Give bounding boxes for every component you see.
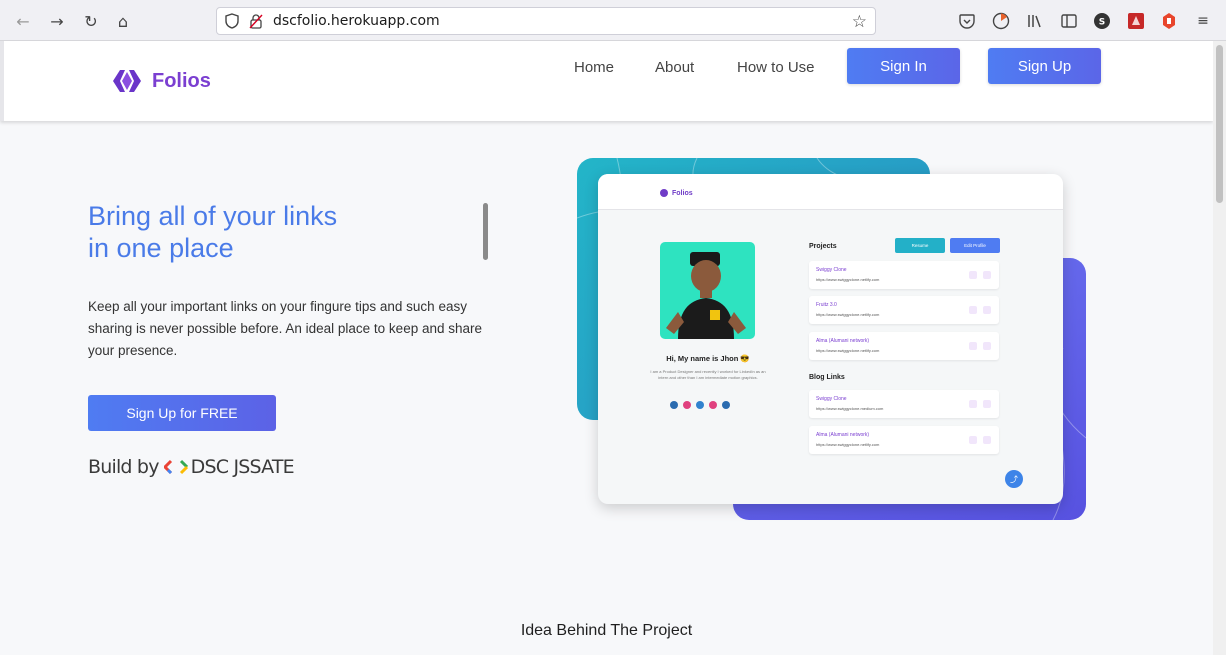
preview-projects-title: Projects [809, 243, 837, 250]
insecure-lock-icon[interactable] [249, 13, 263, 29]
library-icon[interactable] [1025, 11, 1045, 31]
forward-icon[interactable]: → [46, 10, 68, 32]
site-header: Folios Home About How to Use Sign In Sig… [0, 41, 1213, 121]
profile-preview-card: Folios Hi, My name is Jhon 😎 I am a Prod… [598, 174, 1063, 504]
brand-name: Folios [152, 69, 211, 92]
edit-icon[interactable] [983, 400, 991, 408]
hero-description: Keep all your important links on your fi… [88, 299, 483, 358]
behance-icon[interactable] [722, 401, 730, 409]
sign-up-button[interactable]: Sign Up [988, 48, 1101, 84]
instagram-icon[interactable] [709, 401, 717, 409]
blog-title: Alma (Alumani network) [816, 432, 870, 438]
folios-logo-icon [113, 70, 141, 92]
project-title: Alma (Alumani network) [816, 338, 870, 344]
preview-project-item[interactable]: Alma (Alumani network) https://www.swigg… [809, 332, 999, 360]
copy-icon[interactable] [969, 342, 977, 350]
hero-title: Bring all of your links in one place [88, 200, 337, 264]
preview-avatar [660, 242, 755, 339]
project-title: Swiggy Clone [816, 267, 847, 273]
blog-url: https://www.swiggyclone.netlify.com [816, 442, 880, 447]
linkedin-icon[interactable] [670, 401, 678, 409]
timer-icon[interactable] [991, 11, 1011, 31]
preview-resume-button[interactable]: Resume [895, 238, 945, 253]
hero-title-line-2: in one place [88, 233, 234, 263]
copy-icon[interactable] [969, 400, 977, 408]
build-by-credit: Build by DSC JSSATE [88, 456, 295, 478]
preview-header: Folios [598, 174, 1063, 210]
edit-icon[interactable] [983, 342, 991, 350]
build-by-prefix: Build by [88, 456, 159, 478]
nav-how-to-use[interactable]: How to Use [737, 59, 815, 76]
edit-icon[interactable] [983, 436, 991, 444]
page-scrollbar[interactable] [1213, 41, 1226, 655]
bookmark-star-icon[interactable]: ☆ [852, 12, 867, 32]
build-by-org: DSC JSSATE [190, 456, 295, 478]
url-text[interactable]: dscfolio.herokuapp.com [273, 13, 440, 29]
blog-title: Swiggy Clone [816, 396, 847, 402]
share-icon[interactable]: ⤴ [1005, 470, 1023, 488]
preview-project-item[interactable]: Swiggy Clone https://www.swiggyclone.net… [809, 261, 999, 289]
sidebar-icon[interactable] [1059, 11, 1079, 31]
project-url: https://www.swiggyclone.netlify.com [816, 312, 880, 317]
brand-logo[interactable]: Folios [112, 69, 211, 93]
extension-orange-icon[interactable] [1159, 11, 1179, 31]
project-url: https://www.swiggyclone.netlify.com [816, 348, 880, 353]
back-icon[interactable]: ← [12, 10, 34, 32]
reload-icon[interactable]: ↻ [80, 10, 102, 32]
edit-icon[interactable] [983, 306, 991, 314]
preview-blog-item[interactable]: Swiggy Clone https://www.swiggyclone.med… [809, 390, 999, 418]
preview-blog-item[interactable]: Alma (Alumani network) https://www.swigg… [809, 426, 999, 454]
url-bar[interactable]: dscfolio.herokuapp.com ☆ [216, 7, 876, 35]
extension-red-icon[interactable] [1126, 11, 1146, 31]
copy-icon[interactable] [969, 271, 977, 279]
preview-greeting: Hi, My name is Jhon 😎 [666, 354, 750, 363]
home-icon[interactable]: ⌂ [112, 10, 134, 32]
hero-title-line-1: Bring all of your links [88, 201, 338, 231]
edit-icon[interactable] [983, 271, 991, 279]
sign-in-button[interactable]: Sign In [847, 48, 960, 84]
preview-social-links [670, 401, 730, 409]
preview-logo-icon [660, 189, 668, 197]
scrollbar-thumb[interactable] [1216, 45, 1223, 203]
person-illustration [666, 252, 746, 339]
shield-icon[interactable] [225, 13, 239, 29]
preview-blog-title: Blog Links [809, 374, 845, 381]
twitter-icon[interactable] [696, 401, 704, 409]
hero-scroll-indicator [483, 203, 488, 260]
menu-icon[interactable]: ≡ [1193, 11, 1213, 31]
preview-brand-name: Folios [672, 189, 693, 197]
copy-icon[interactable] [969, 436, 977, 444]
copy-icon[interactable] [969, 306, 977, 314]
dsc-logo-icon [163, 459, 188, 475]
project-url: https://www.swiggyclone.netlify.com [816, 277, 880, 282]
pocket-icon[interactable] [957, 11, 977, 31]
account-avatar-icon[interactable]: S [1092, 11, 1112, 31]
sign-up-free-button[interactable]: Sign Up for FREE [88, 395, 276, 431]
preview-brand: Folios [660, 189, 693, 197]
preview-bio: I am a Product Designer and recently I w… [650, 369, 766, 380]
nav-home[interactable]: Home [574, 59, 614, 76]
nav-about[interactable]: About [655, 59, 694, 76]
blog-url: https://www.swiggyclone.medium.com [816, 406, 884, 411]
preview-project-item[interactable]: Fruitz 3.0 https://www.swiggyclone.netli… [809, 296, 999, 324]
browser-toolbar: ← → ↻ ⌂ dscfolio.herokuapp.com ☆ S ≡ [0, 0, 1226, 41]
idea-section-title: Idea Behind The Project [520, 622, 693, 639]
project-title: Fruitz 3.0 [816, 302, 837, 308]
dribbble-icon[interactable] [683, 401, 691, 409]
preview-edit-profile-button[interactable]: Edit Profile [950, 238, 1000, 253]
svg-text:S: S [1099, 18, 1105, 28]
